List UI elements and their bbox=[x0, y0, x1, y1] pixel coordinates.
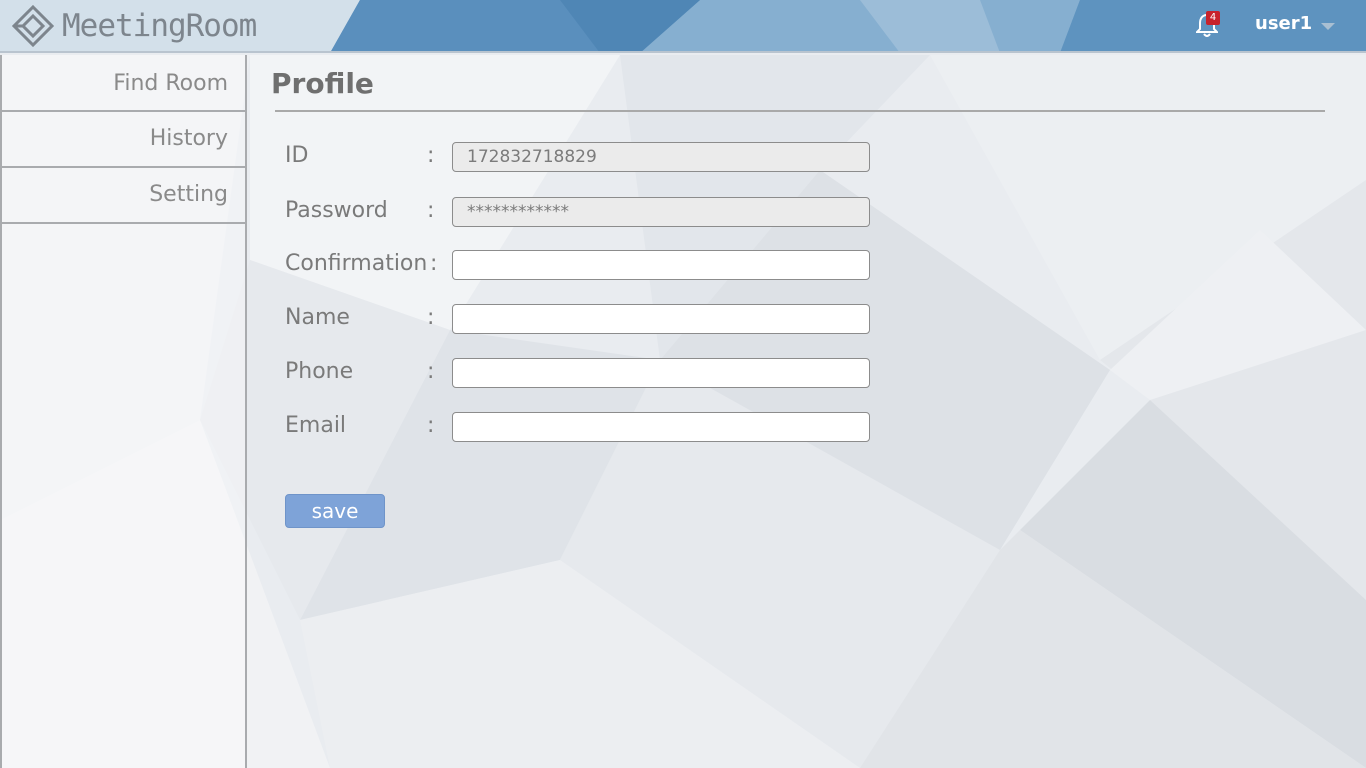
app-logo[interactable]: MeetingRoom bbox=[12, 4, 257, 48]
phone-colon: : bbox=[427, 359, 435, 384]
confirmation-label: Confirmation bbox=[285, 251, 428, 276]
form-row-name: Name : bbox=[285, 303, 885, 334]
phone-label: Phone bbox=[285, 359, 354, 384]
diamond-logo-icon bbox=[12, 5, 54, 47]
id-label: ID bbox=[285, 143, 309, 168]
name-field[interactable] bbox=[452, 304, 870, 334]
name-label: Name bbox=[285, 305, 350, 330]
form-row-id: ID : bbox=[285, 141, 885, 172]
confirmation-colon: : bbox=[430, 251, 438, 276]
phone-field[interactable] bbox=[452, 358, 870, 388]
email-colon: : bbox=[427, 413, 435, 438]
form-row-phone: Phone : bbox=[285, 357, 885, 388]
password-field[interactable] bbox=[452, 197, 870, 227]
title-divider bbox=[275, 110, 1325, 112]
sidebar-item-setting[interactable]: Setting bbox=[2, 168, 245, 224]
sidebar-item-find-room[interactable]: Find Room bbox=[2, 55, 245, 112]
username[interactable]: user1 bbox=[1255, 13, 1312, 34]
sidebar: Find Room History Setting bbox=[0, 55, 247, 768]
top-header: MeetingRoom 4 user1 bbox=[0, 0, 1366, 53]
password-label: Password bbox=[285, 198, 388, 223]
page-title: Profile bbox=[271, 67, 374, 100]
sidebar-item-history[interactable]: History bbox=[2, 112, 245, 168]
password-colon: : bbox=[427, 198, 435, 223]
id-colon: : bbox=[427, 143, 435, 168]
form-row-confirmation: Confirmation : bbox=[285, 249, 885, 280]
email-label: Email bbox=[285, 413, 347, 438]
main-content: Profile ID : Password : Confirmation : N… bbox=[249, 55, 1366, 768]
form-row-email: Email : bbox=[285, 411, 885, 442]
caret-down-icon[interactable] bbox=[1321, 23, 1335, 30]
email-field[interactable] bbox=[452, 412, 870, 442]
save-button[interactable]: save bbox=[285, 494, 385, 528]
name-colon: : bbox=[427, 305, 435, 330]
notification-badge: 4 bbox=[1206, 11, 1220, 25]
app-title: MeetingRoom bbox=[62, 8, 257, 44]
form-row-password: Password : bbox=[285, 196, 885, 227]
confirmation-field[interactable] bbox=[452, 250, 870, 280]
id-field[interactable] bbox=[452, 142, 870, 172]
